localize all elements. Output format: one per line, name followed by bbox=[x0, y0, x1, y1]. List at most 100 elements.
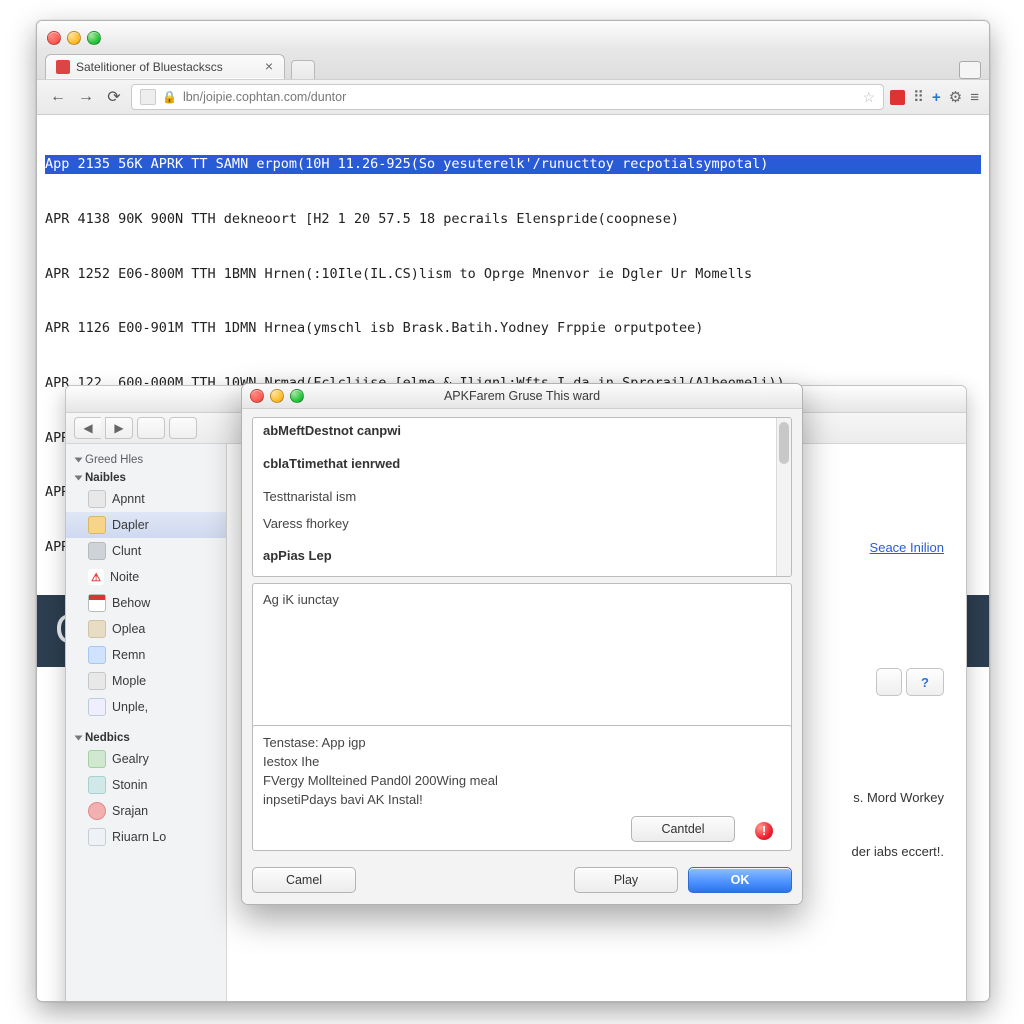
option-list[interactable]: abMeftDestnot canpwi cblaTtimethat ienrw… bbox=[252, 417, 792, 577]
log-line[interactable]: App 2135 56K APRK TT SAMN erpom(10H 11.2… bbox=[45, 155, 981, 173]
gear-icon bbox=[88, 672, 106, 690]
help-button[interactable]: ? bbox=[906, 668, 944, 696]
minimize-icon[interactable] bbox=[270, 389, 284, 403]
list-item[interactable]: Testtnaristal ism bbox=[253, 484, 791, 511]
sidebar-item-label: Clunt bbox=[112, 544, 141, 558]
link-seace-inilion[interactable]: Seace Inilion bbox=[870, 540, 944, 555]
sidebar-item-label: Dapler bbox=[112, 518, 149, 532]
sidebar-item[interactable]: Mople bbox=[66, 668, 226, 694]
list-item[interactable]: cblaTtimethat ienrwed bbox=[253, 451, 791, 478]
sidebar-section[interactable]: Naibles bbox=[66, 468, 226, 486]
sidebar-item[interactable]: Unple, bbox=[66, 694, 226, 720]
page-content: App 2135 56K APRK TT SAMN erpom(10H 11.2… bbox=[37, 115, 989, 1002]
sidebar-item[interactable]: Apnnt bbox=[66, 486, 226, 512]
bookmark-star-icon[interactable]: ☆ bbox=[862, 89, 875, 106]
sidebar-section-label: Naibles bbox=[85, 472, 126, 484]
sidebar-section[interactable]: Greed Hles bbox=[66, 450, 226, 468]
list-item[interactable]: Varess fhorkey bbox=[253, 511, 791, 538]
ok-button[interactable]: OK bbox=[688, 867, 792, 893]
close-icon[interactable] bbox=[47, 31, 61, 45]
gray-icon bbox=[88, 542, 106, 560]
menu-icon[interactable]: ≡ bbox=[970, 89, 979, 106]
cancel-inline-button[interactable]: Cantdel bbox=[631, 816, 735, 842]
dialog-titlebar: APKFarem Gruse This ward bbox=[242, 384, 802, 409]
detail-line: Iestox Ihe bbox=[263, 753, 781, 772]
chevron-down-icon bbox=[75, 736, 83, 741]
new-tab-button[interactable] bbox=[291, 60, 315, 79]
sidebar-item[interactable]: Behow bbox=[66, 590, 226, 616]
toolbar-small-button[interactable] bbox=[876, 668, 902, 696]
list-item[interactable]: apPias Lep bbox=[253, 543, 791, 570]
blue-icon bbox=[88, 646, 106, 664]
plus-icon[interactable]: + bbox=[932, 89, 941, 106]
details-pane: Tenstase: App igp Iestox Ihe FVergy Moll… bbox=[252, 725, 792, 851]
close-tab-icon[interactable]: × bbox=[262, 60, 276, 74]
sidebar-item[interactable]: Gealry bbox=[66, 746, 226, 772]
toolbar-right-icons: ⠿ + ⚙ ≡ bbox=[890, 88, 979, 106]
sidebar-item-label: Srajan bbox=[112, 804, 148, 818]
log-line: APR 1126 E00-901M TTH 1DMN Hrnea(ymschl … bbox=[45, 319, 981, 337]
sidebar-section[interactable]: Nedbics bbox=[66, 728, 226, 746]
sidebar-item[interactable]: Dapler bbox=[66, 512, 226, 538]
body-text: s. Mord Workey bbox=[853, 790, 944, 805]
green-icon bbox=[88, 750, 106, 768]
browser-tab-active[interactable]: Satelitioner of Bluestackscs × bbox=[45, 54, 285, 79]
tab-strip: Satelitioner of Bluestackscs × bbox=[37, 49, 989, 79]
window-mode-button[interactable] bbox=[959, 61, 981, 79]
cancel-button[interactable]: Camel bbox=[252, 867, 356, 893]
tab-title: Satelitioner of Bluestackscs bbox=[76, 60, 223, 74]
inner-back-button[interactable]: ◀ bbox=[74, 417, 101, 439]
browser-window: Satelitioner of Bluestackscs × ← → ⟳ 🔒 l… bbox=[36, 20, 990, 1002]
extension-icon[interactable] bbox=[890, 90, 905, 105]
sidebar: Greed Hles Naibles Apnnt Dapler Clunt ⚠ Noit… bbox=[66, 444, 227, 1002]
detail-line: inpsetiPdays bavi AK Instal! bbox=[263, 791, 781, 810]
sidebar-item-label: Noite bbox=[110, 570, 139, 584]
sidebar-section-label: Nedbics bbox=[85, 732, 130, 744]
sidebar-item[interactable]: Clunt bbox=[66, 538, 226, 564]
folder-icon bbox=[88, 516, 106, 534]
play-button[interactable]: Play bbox=[574, 867, 678, 893]
list-item[interactable]: abMeftDestnot canpwi bbox=[253, 418, 791, 445]
gear-icon[interactable]: ⚙ bbox=[949, 88, 962, 106]
sidebar-item[interactable]: Riuarn Lo bbox=[66, 824, 226, 850]
sidebar-item[interactable]: Stonin bbox=[66, 772, 226, 798]
chevron-down-icon bbox=[75, 476, 83, 481]
site-identity-icon[interactable] bbox=[140, 89, 156, 105]
inner-toolbar-button[interactable] bbox=[169, 417, 197, 439]
chevron-down-icon bbox=[75, 458, 83, 463]
sidebar-item-label: Mople bbox=[112, 674, 146, 688]
list-icon bbox=[88, 828, 106, 846]
dialog-title: APKFarem Gruse This ward bbox=[444, 389, 600, 403]
body-text: der iabs eccert!. bbox=[852, 844, 945, 859]
log-line: APR 4138 90K 900N TTH dekneoort [H2 1 20… bbox=[45, 210, 981, 228]
inner-forward-button[interactable]: ▶ bbox=[105, 417, 133, 439]
close-icon[interactable] bbox=[250, 389, 264, 403]
sidebar-item[interactable]: Remn bbox=[66, 642, 226, 668]
teal-icon bbox=[88, 776, 106, 794]
minimize-icon[interactable] bbox=[67, 31, 81, 45]
dialog-body: abMeftDestnot canpwi cblaTtimethat ienrw… bbox=[242, 409, 802, 905]
sidebar-item-label: Stonin bbox=[112, 778, 147, 792]
forward-button[interactable]: → bbox=[75, 88, 97, 106]
zoom-icon[interactable] bbox=[290, 389, 304, 403]
sidebar-item[interactable]: Oplea bbox=[66, 616, 226, 642]
detail-line: FVergy Mollteined Pand0l 200Wing meal bbox=[263, 772, 781, 791]
text-input[interactable]: Ag iK iunctay bbox=[252, 583, 792, 731]
inner-toolbar-button[interactable] bbox=[137, 417, 165, 439]
lock-icon: 🔒 bbox=[162, 90, 177, 104]
scrollbar-thumb[interactable] bbox=[779, 422, 789, 464]
window-titlebar bbox=[37, 21, 989, 49]
scrollbar[interactable] bbox=[776, 418, 791, 576]
warn-icon: ⚠ bbox=[88, 569, 104, 585]
sidebar-item[interactable]: Srajan bbox=[66, 798, 226, 824]
zoom-icon[interactable] bbox=[87, 31, 101, 45]
reload-button[interactable]: ⟳ bbox=[103, 87, 125, 107]
sidebar-item-label: Oplea bbox=[112, 622, 145, 636]
cal-icon bbox=[88, 594, 106, 612]
sidebar-item[interactable]: ⚠ Noite bbox=[66, 564, 226, 590]
address-bar[interactable]: 🔒 lbn/joipie.cophtan.com/duntor ☆ bbox=[131, 84, 884, 110]
tan-icon bbox=[88, 620, 106, 638]
puzzle-icon[interactable]: ⠿ bbox=[913, 88, 924, 106]
back-button[interactable]: ← bbox=[47, 88, 69, 106]
box-icon bbox=[88, 490, 106, 508]
